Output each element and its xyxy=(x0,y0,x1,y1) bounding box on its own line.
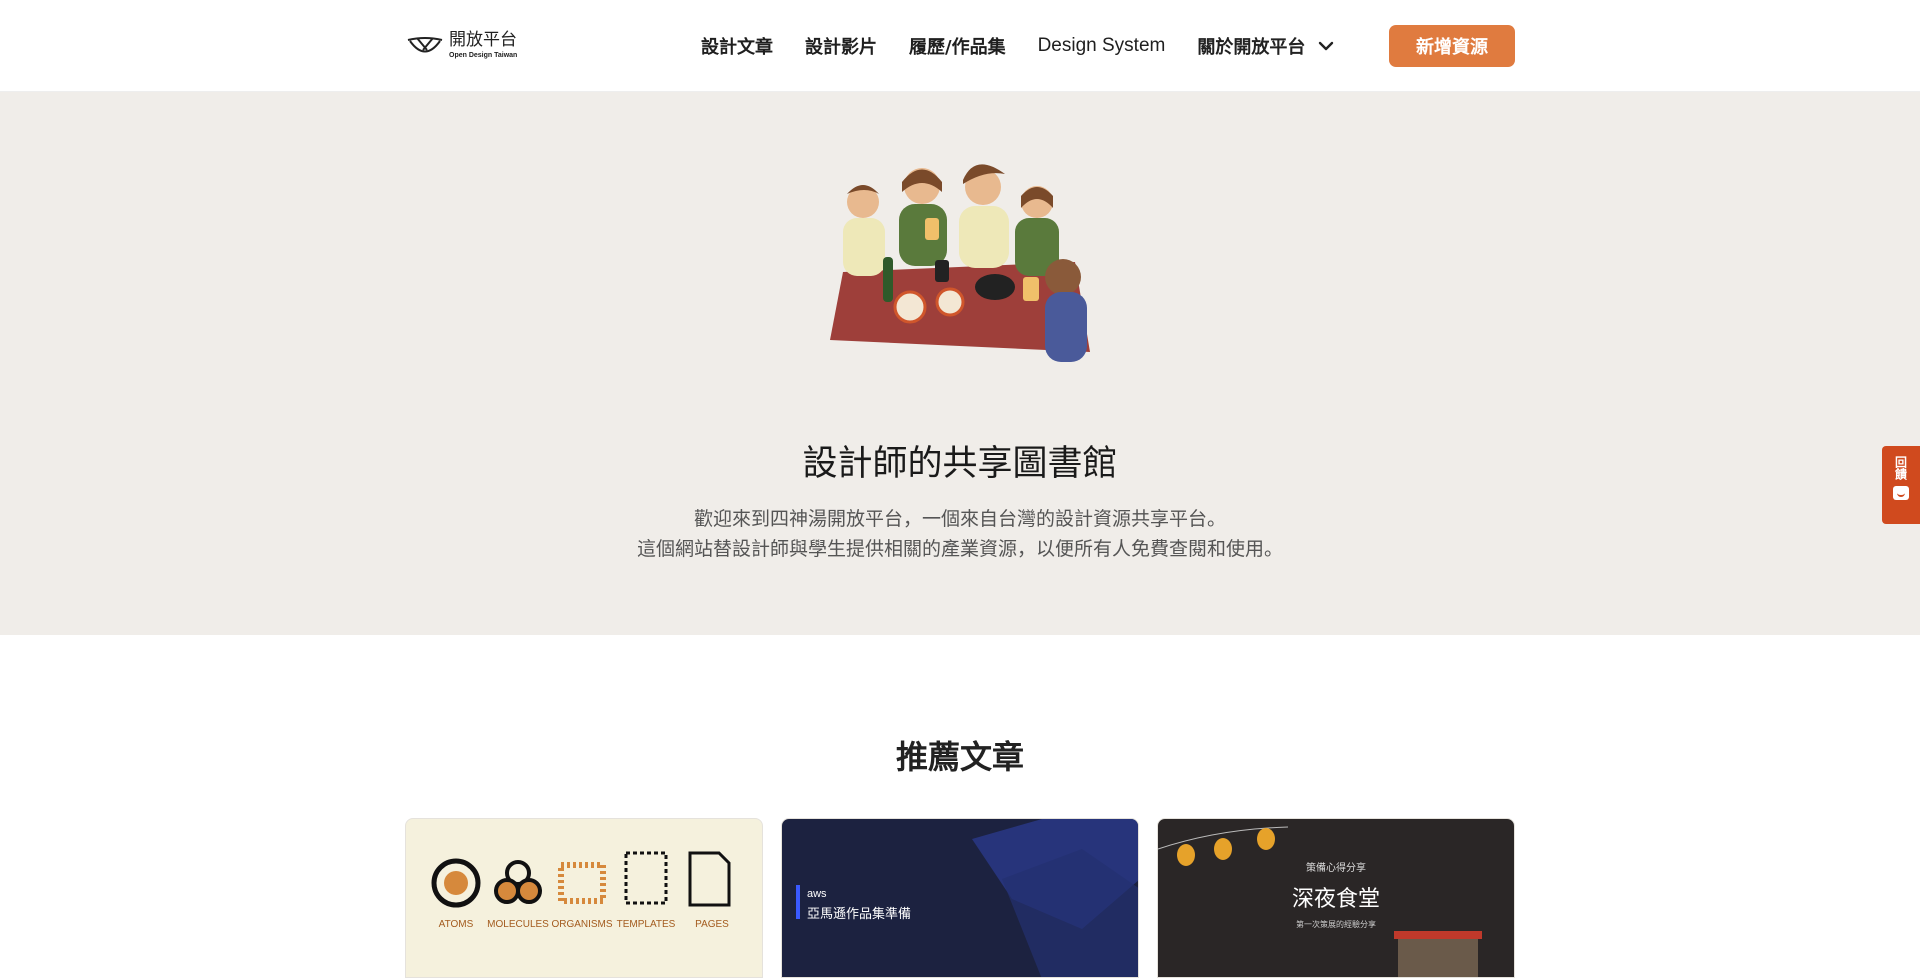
article-card-midnight-diner[interactable]: 策備心得分享 深夜食堂 第一次策展的經驗分享 xyxy=(1157,818,1515,978)
designers-table-illustration xyxy=(830,164,1090,362)
nav-videos[interactable]: 設計影片 xyxy=(805,33,877,59)
hero-title: 設計師的共享圖書館 xyxy=(802,444,1118,484)
card-label-molecules: MOLECULES xyxy=(487,919,549,930)
nav-about-label: 關於開放平台 xyxy=(1197,37,1306,58)
nav-about-dropdown[interactable]: 關於開放平台 xyxy=(1197,33,1335,59)
chevron-down-icon xyxy=(1319,41,1334,51)
card-label-organisms: ORGANISMS xyxy=(551,919,612,930)
amazon-portfolio-thumbnail: aws 亞馬遜作品集準備 xyxy=(796,819,1138,977)
feedback-label: 回饋 xyxy=(1893,456,1908,480)
hero-section: 設計師的共享圖書館 歡迎來到四神湯開放平台，一個來自台灣的設計資源共享平台。 這… xyxy=(0,92,1920,635)
nav-portfolio[interactable]: 履歷/作品集 xyxy=(909,33,1006,59)
article-card-amazon-portfolio[interactable]: aws 亞馬遜作品集準備 xyxy=(781,818,1139,978)
card-3-subtitle: 第一次策展的經驗分享 xyxy=(1296,919,1376,929)
add-resource-button[interactable]: 新增資源 xyxy=(1389,25,1515,67)
card-2-title: 亞馬遜作品集準備 xyxy=(807,906,911,922)
bowl-logo-icon xyxy=(407,37,443,53)
hero-description-line-2: 這個網站替設計師與學生提供相關的產業資源，以便所有人免費查閱和使用。 xyxy=(636,538,1283,560)
nav-design-system[interactable]: Design System xyxy=(1038,35,1166,57)
hero-description-line-1: 歡迎來到四神湯開放平台，一個來自台灣的設計資源共享平台。 xyxy=(693,508,1226,530)
card-3-title: 深夜食堂 xyxy=(1292,887,1380,912)
logo-subtitle: Open Design Taiwan xyxy=(449,51,518,59)
card-label-templates: TEMPLATES xyxy=(617,919,676,930)
site-logo[interactable]: 開放平台 Open Design Taiwan xyxy=(405,30,517,60)
atomic-design-thumbnail: ATOMS MOLECULES ORGANISMS TEMPLATES PAGE… xyxy=(431,851,731,930)
card-label-atoms: ATOMS xyxy=(439,919,474,930)
nav-articles[interactable]: 設計文章 xyxy=(701,33,773,59)
logo-title: 開放平台 xyxy=(449,29,517,50)
aws-logo: aws xyxy=(807,888,827,900)
article-card-atomic-design[interactable]: ATOMS MOLECULES ORGANISMS TEMPLATES PAGE… xyxy=(405,818,763,978)
site-header: 開放平台 Open Design Taiwan 設計文章 設計影片 履歷/作品集… xyxy=(0,0,1920,92)
hero-description: 歡迎來到四神湯開放平台，一個來自台灣的設計資源共享平台。 這個網站替設計師與學生… xyxy=(0,504,1920,564)
card-3-kicker: 策備心得分享 xyxy=(1306,861,1366,874)
midnight-diner-thumbnail: 策備心得分享 深夜食堂 第一次策展的經驗分享 xyxy=(1158,826,1482,977)
feedback-tab[interactable]: 回饋 xyxy=(1882,446,1920,524)
recommended-articles-title: 推薦文章 xyxy=(895,738,1024,776)
smile-icon xyxy=(1893,486,1909,500)
card-label-pages: PAGES xyxy=(695,919,729,930)
main-nav: 設計文章 設計影片 履歷/作品集 Design System 關於開放平台 xyxy=(701,33,1335,59)
